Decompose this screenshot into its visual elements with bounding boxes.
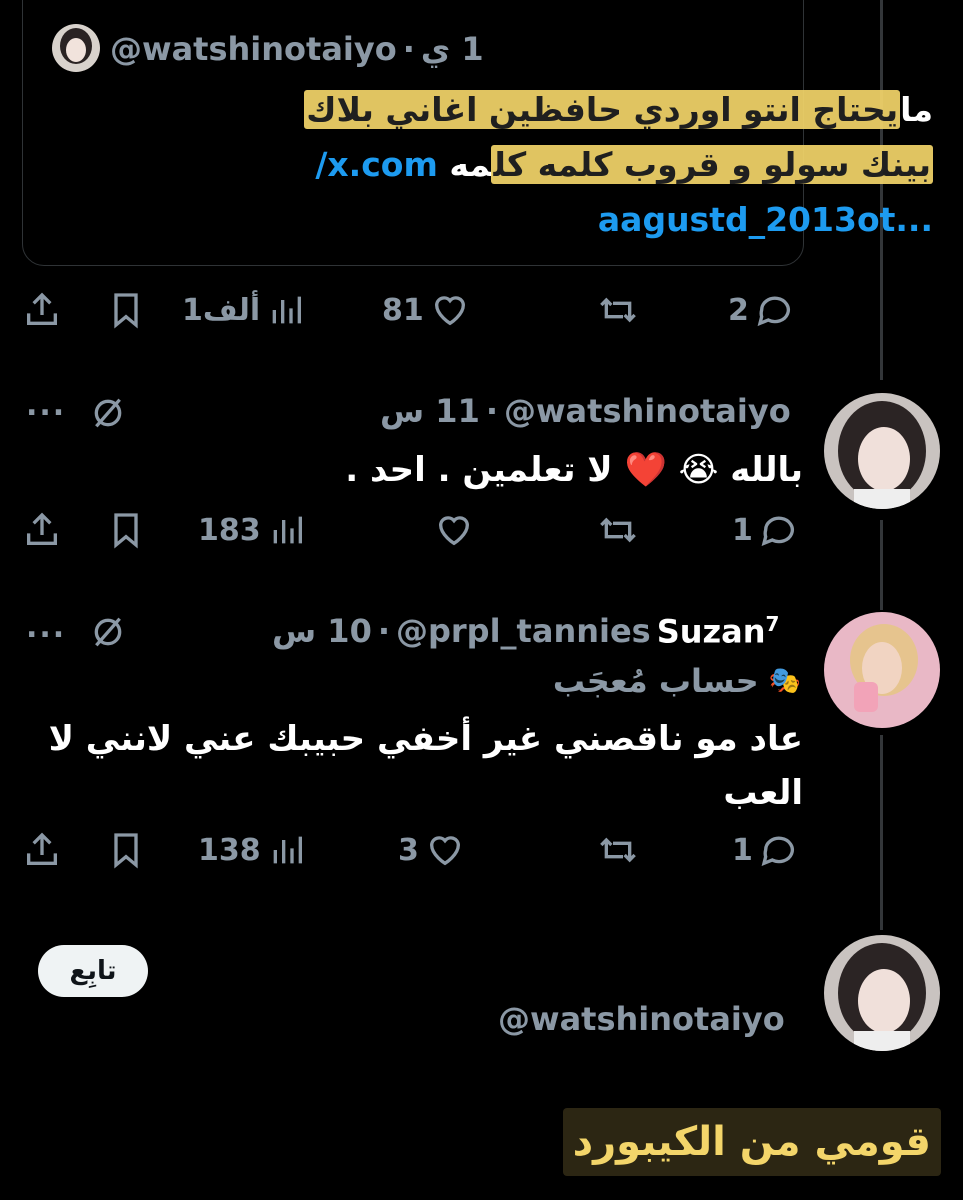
views-button[interactable]: 183 <box>198 510 307 550</box>
like-button[interactable]: 3 <box>398 830 465 870</box>
quote-link-2[interactable]: ...aagustd_2013ot <box>598 200 933 239</box>
views-button[interactable]: 138 <box>198 830 307 870</box>
quote-meta: @watshinotaiyo · 1 ي <box>110 30 484 68</box>
follow-handle[interactable]: @watshinotaiyo <box>498 1000 785 1038</box>
bookmark-icon <box>114 513 138 549</box>
share-button[interactable] <box>22 510 62 550</box>
retweet-icon <box>600 297 636 323</box>
dot-separator: · <box>402 30 415 68</box>
retweet-icon <box>600 837 636 863</box>
tweet2-handle: @prpl_tannies <box>395 612 651 651</box>
share-icon <box>27 512 57 545</box>
quote-action-bar: 1ألف 81 2 <box>0 290 820 340</box>
reply-button[interactable]: 1 <box>732 830 799 870</box>
reply-icon <box>757 296 790 327</box>
muted-icon <box>94 617 122 647</box>
retweet-button[interactable] <box>598 510 638 550</box>
views-count: 138 <box>198 832 261 868</box>
more-icon[interactable]: ... <box>26 388 66 423</box>
tweet1-action-bar: 183 1 <box>0 510 820 560</box>
retweet-icon <box>600 517 636 543</box>
replies-count: 1 <box>732 512 753 548</box>
tweet2-meta: 10 س · @prpl_tannies Suzan7 <box>272 612 779 651</box>
quote-text-highlight-1: يحتاج انتو اوردي حافظين اغاني بلاك <box>304 90 901 129</box>
thread-line-mid <box>880 520 883 610</box>
quote-avatar <box>52 24 100 72</box>
reply-icon <box>761 836 794 867</box>
quote-text-highlight-2: بينك سولو و قروب كلمه كل <box>491 145 933 184</box>
likes-count: 3 <box>398 832 419 868</box>
share-icon <box>27 292 57 325</box>
muted-icon <box>94 398 122 428</box>
heart-icon <box>429 836 460 866</box>
thread-line-low <box>880 735 883 930</box>
tweet1-meta: 11 س · @watshinotaiyo <box>380 392 791 430</box>
views-count: 183 <box>198 512 261 548</box>
reply-icon <box>761 516 794 547</box>
avatar[interactable] <box>824 393 940 509</box>
quote-link-1[interactable]: x.com/ <box>315 145 438 184</box>
bookmark-button[interactable] <box>106 830 146 870</box>
tweet1-handle: @watshinotaiyo <box>503 392 791 430</box>
quote-time: 1 ي <box>420 30 484 68</box>
caption-overlay: قومي من الكيبورد <box>562 1108 941 1176</box>
quote-handle: @watshinotaiyo <box>110 30 397 68</box>
share-icon <box>27 832 57 865</box>
likes-count: 81 <box>382 292 424 328</box>
heart-icon <box>438 516 470 546</box>
retweet-button[interactable] <box>598 830 638 870</box>
tweet2-action-bar: 138 3 1 <box>0 830 820 880</box>
share-button[interactable] <box>22 830 62 870</box>
follow-button[interactable]: تابِع <box>38 945 148 997</box>
replies-count: 1 <box>732 832 753 868</box>
like-button[interactable] <box>434 510 474 550</box>
mask-icon: 🎭 <box>768 666 801 696</box>
views-icon <box>272 296 302 324</box>
tweet2-text: عاد مو ناقصني غير أخفي حبيبك عني لانني ل… <box>48 719 803 813</box>
reply-button[interactable]: 2 <box>728 290 795 330</box>
reply-button[interactable]: 1 <box>732 510 799 550</box>
tweet1-text: بالله 😭 ❤️ لا تعلمين . احد . <box>345 450 803 490</box>
bookmark-button[interactable] <box>106 290 146 330</box>
bookmark-icon <box>114 293 138 329</box>
replies-count: 2 <box>728 292 749 328</box>
dot-separator: · <box>485 392 498 430</box>
avatar[interactable] <box>824 935 940 1051</box>
bookmark-icon <box>114 833 138 869</box>
views-count: 1ألف <box>182 292 261 328</box>
tweet1-time: 11 س <box>380 392 480 430</box>
fan-account-label: 🎭 حساب مُعجَب <box>552 662 801 700</box>
views-button[interactable]: 1ألف <box>182 290 306 330</box>
views-icon <box>273 836 302 864</box>
views-icon <box>273 516 302 544</box>
more-icon[interactable]: ... <box>26 610 66 645</box>
quote-text: مايحتاج انتو اوردي حافظين اغاني بلاك بين… <box>233 82 933 247</box>
tweet2-time: 10 س <box>272 612 372 651</box>
quote-text-suffix: مه <box>449 145 492 184</box>
tweet2-display-name: Suzan7 <box>656 612 780 651</box>
quote-text-prefix: ما <box>900 90 933 129</box>
heart-icon <box>434 296 465 326</box>
avatar[interactable] <box>824 612 940 728</box>
share-button[interactable] <box>22 290 62 330</box>
retweet-button[interactable] <box>598 290 638 330</box>
like-button[interactable]: 81 <box>382 290 470 330</box>
dot-separator: · <box>377 612 390 651</box>
bookmark-button[interactable] <box>106 510 146 550</box>
